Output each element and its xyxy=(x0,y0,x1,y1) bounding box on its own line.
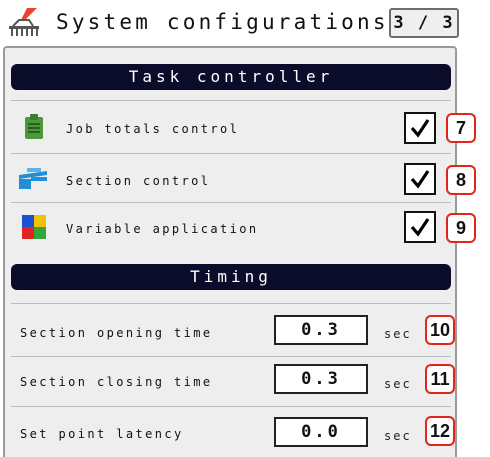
variable-application-label: Variable application xyxy=(66,222,259,236)
section-opening-time-unit: sec xyxy=(384,327,412,341)
job-totals-label: Job totals control xyxy=(66,122,240,136)
timing-heading: Timing xyxy=(11,264,451,290)
field-implement-icon xyxy=(7,6,43,38)
section-closing-time-unit: sec xyxy=(384,377,412,391)
page-indicator[interactable]: 3 / 3 xyxy=(389,8,459,38)
set-point-latency-input[interactable]: 0.0 xyxy=(274,417,368,447)
callout-10: 10 xyxy=(425,315,455,345)
set-point-latency-label: Set point latency xyxy=(20,427,184,441)
divider xyxy=(11,153,451,154)
divider xyxy=(11,100,451,101)
job-totals-checkbox[interactable] xyxy=(404,112,436,144)
section-opening-time-label: Section opening time xyxy=(20,326,213,340)
set-point-latency-unit: sec xyxy=(384,429,412,443)
task-controller-heading: Task controller xyxy=(11,64,451,90)
section-control-checkbox[interactable] xyxy=(404,163,436,195)
callout-11: 11 xyxy=(425,364,455,394)
header-bar: System configurations 3 / 3 xyxy=(0,0,490,44)
clipboard-icon xyxy=(20,113,48,139)
checkmark-icon xyxy=(410,170,430,189)
page-title: System configurations xyxy=(56,10,389,34)
settings-panel xyxy=(3,46,457,457)
section-control-label: Section control xyxy=(66,174,211,188)
callout-7: 7 xyxy=(446,113,476,143)
divider xyxy=(11,303,451,304)
variable-application-checkbox[interactable] xyxy=(404,211,436,243)
section-opening-time-input[interactable]: 0.3 xyxy=(274,315,368,345)
sprayer-boom-icon xyxy=(17,165,47,191)
callout-8: 8 xyxy=(446,165,476,195)
callout-12: 12 xyxy=(425,416,455,446)
section-closing-time-label: Section closing time xyxy=(20,375,213,389)
system-configurations-screen: System configurations 3 / 3 Task control… xyxy=(0,0,490,457)
section-closing-time-input[interactable]: 0.3 xyxy=(274,364,368,394)
divider xyxy=(11,202,451,203)
divider xyxy=(11,406,451,407)
color-grid-icon xyxy=(22,215,50,241)
callout-9: 9 xyxy=(446,213,476,243)
divider xyxy=(11,356,451,357)
checkmark-icon xyxy=(410,218,430,237)
checkmark-icon xyxy=(410,119,430,138)
